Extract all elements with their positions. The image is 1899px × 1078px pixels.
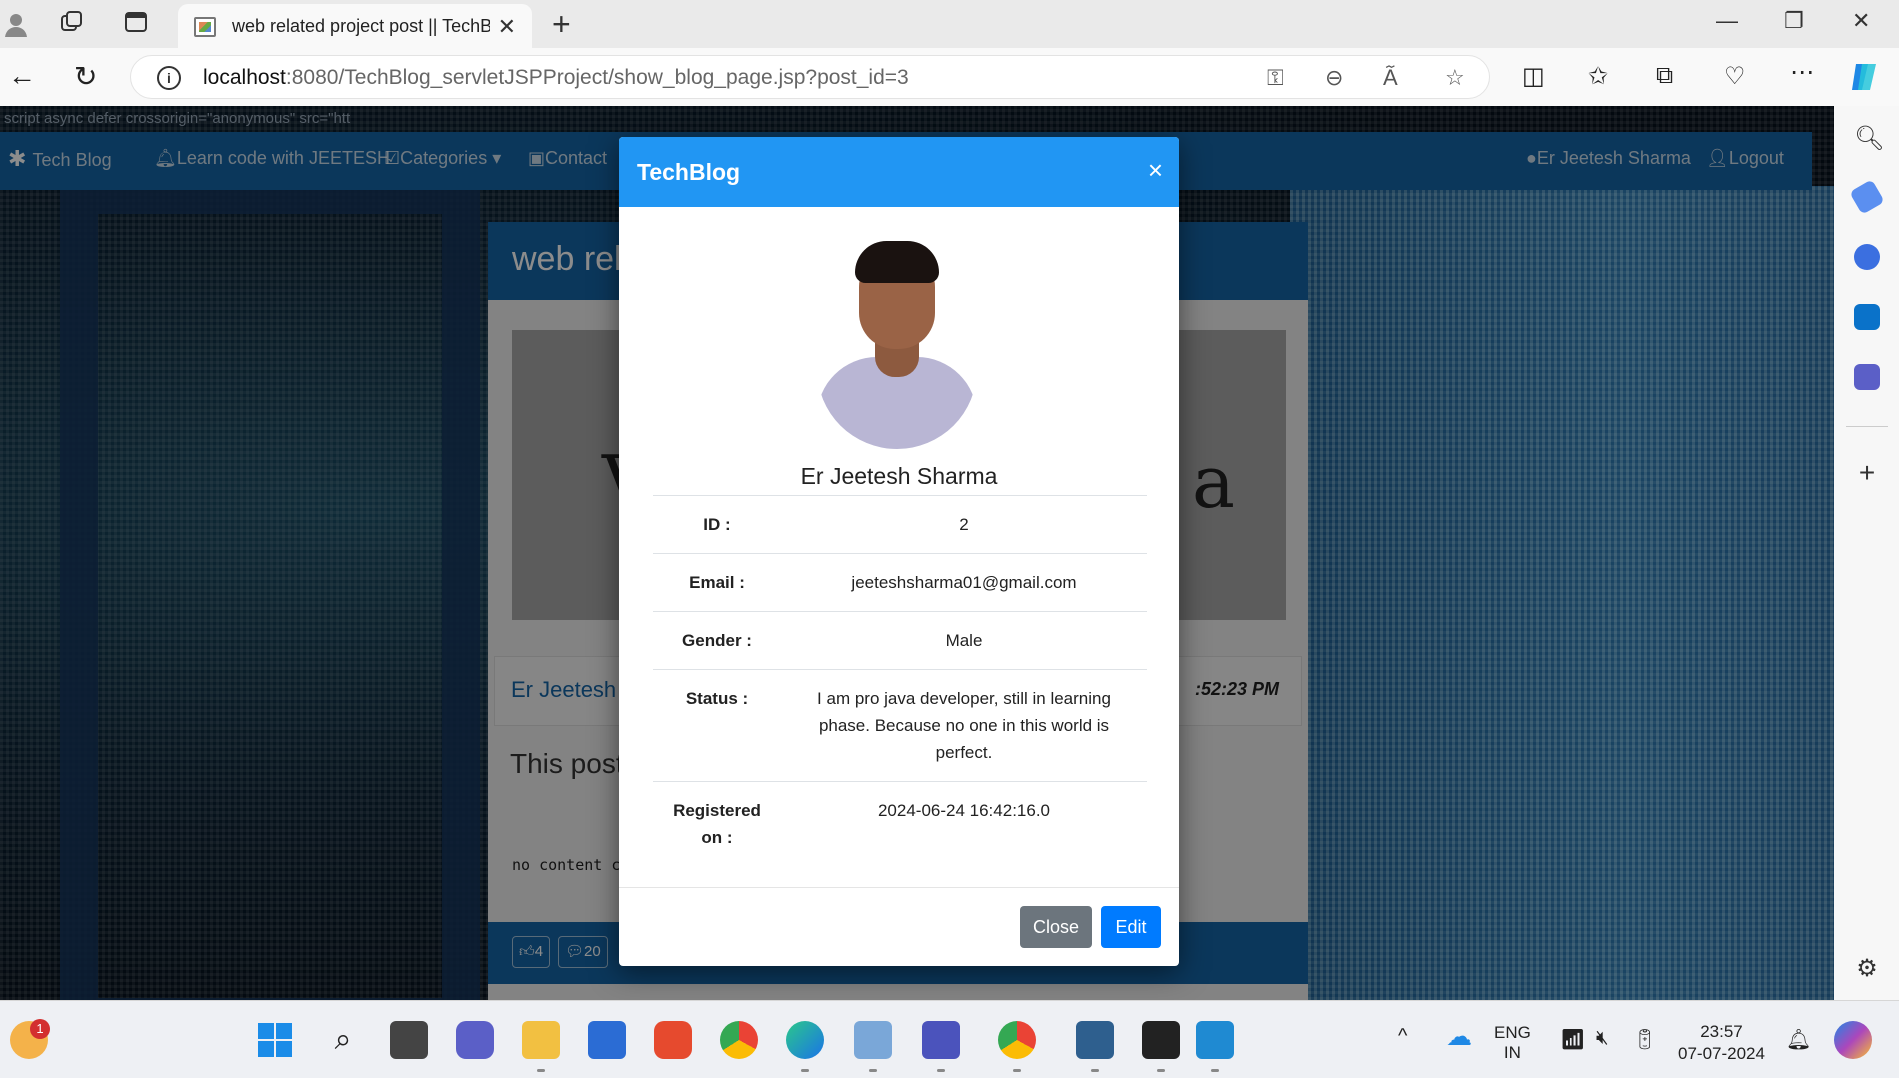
table-row: Registered on : 2024-06-24 16:42:16.0 xyxy=(653,781,1147,866)
task-view-icon[interactable] xyxy=(390,1021,428,1059)
sidebar-outlook-icon[interactable] xyxy=(1854,304,1880,330)
vertical-tabs-icon[interactable] xyxy=(122,10,150,38)
profile-name: Er Jeetesh Sharma xyxy=(800,463,998,489)
favorite-star-icon[interactable]: ☆ xyxy=(1445,65,1465,91)
sidebar-divider xyxy=(1846,426,1888,427)
modal-header: TechBlog × xyxy=(619,137,1179,207)
mysql-workbench-icon[interactable] xyxy=(1076,1021,1114,1059)
copilot-taskbar-icon[interactable] xyxy=(1834,1021,1872,1059)
profile-modal: TechBlog × Er Jeetesh Sharma ID : 2 Emai… xyxy=(619,137,1179,966)
reload-icon[interactable]: ↻ xyxy=(74,60,97,93)
browser-tab-strip: web related project post || TechB ✕ + — … xyxy=(0,0,1899,48)
window-close-icon[interactable]: ✕ xyxy=(1852,8,1870,34)
more-menu-icon[interactable]: ⋯ xyxy=(1790,58,1814,87)
favorites-icon[interactable]: ✩ xyxy=(1588,62,1608,91)
table-row: Email : jeeteshsharma01@gmail.com xyxy=(653,553,1147,612)
start-icon[interactable] xyxy=(256,1021,294,1059)
search-icon[interactable]: ⌕ xyxy=(324,1021,362,1059)
gender-label: Gender : xyxy=(653,611,781,670)
edit-button[interactable]: Edit xyxy=(1101,906,1161,948)
new-tab-icon[interactable]: + xyxy=(552,6,571,43)
password-key-icon[interactable]: ⚿ xyxy=(1267,65,1284,91)
edge-icon[interactable] xyxy=(786,1021,824,1059)
close-button[interactable]: Close xyxy=(1020,906,1092,948)
workspaces-icon[interactable] xyxy=(58,10,86,38)
page-favicon-icon xyxy=(194,17,216,37)
status-value: I am pro java developer, still in learni… xyxy=(781,669,1147,782)
email-value: jeeteshsharma01@gmail.com xyxy=(781,553,1147,612)
teams-chat-icon[interactable] xyxy=(456,1021,494,1059)
active-tab[interactable]: web related project post || TechB ✕ xyxy=(178,4,532,48)
gender-value: Male xyxy=(781,611,1147,670)
modal-footer: Close Edit xyxy=(619,887,1179,966)
teams-new-icon[interactable] xyxy=(922,1021,960,1059)
tab-title: web related project post || TechB xyxy=(232,16,490,36)
volume-muted-icon[interactable]: 🔇︎ xyxy=(1596,1027,1609,1050)
sidebar-copilot-icon[interactable] xyxy=(1854,244,1880,270)
sidebar-search-icon[interactable]: 🔍︎ xyxy=(1854,124,1884,152)
registered-label: Registered on : xyxy=(653,781,781,866)
table-row: Gender : Male xyxy=(653,611,1147,670)
onedrive-icon[interactable]: ☁ xyxy=(1446,1021,1472,1052)
file-explorer-icon[interactable] xyxy=(522,1021,560,1059)
taskbar: 1 ⌕ ^ ☁ ENG IN 📶︎ 🔇︎ 🔋︎ 23:57 07-07-2024… xyxy=(0,1000,1899,1078)
wifi-icon[interactable]: 📶︎ xyxy=(1560,1027,1585,1052)
back-icon[interactable]: ← xyxy=(8,60,36,92)
sidebar-shopping-icon[interactable] xyxy=(1849,179,1885,215)
copilot-icon[interactable] xyxy=(1848,60,1882,101)
language-indicator[interactable]: ENG IN xyxy=(1494,1023,1531,1063)
id-value: 2 xyxy=(781,495,1147,554)
collections-icon[interactable]: ⧉ xyxy=(1656,62,1673,90)
sidebar-settings-icon[interactable]: ⚙ xyxy=(1854,956,1880,982)
id-label: ID : xyxy=(653,495,781,554)
split-screen-icon[interactable]: ◫ xyxy=(1522,62,1545,91)
minimize-icon[interactable]: — xyxy=(1716,8,1738,34)
chrome-icon[interactable] xyxy=(720,1021,758,1059)
notification-badge: 1 xyxy=(30,1019,50,1039)
edge-sidebar: 🔍︎ + ⚙ xyxy=(1834,106,1899,1000)
vscode-icon[interactable] xyxy=(1196,1021,1234,1059)
profile-details-table: ID : 2 Email : jeeteshsharma01@gmail.com… xyxy=(653,495,1147,866)
tray-overflow-icon[interactable]: ^ xyxy=(1398,1025,1407,1048)
notifications-bell-icon[interactable]: 🔔︎ xyxy=(1786,1027,1811,1052)
terminal-icon[interactable] xyxy=(1142,1021,1180,1059)
address-bar[interactable]: i localhost:8080/TechBlog_servletJSPProj… xyxy=(130,55,1490,99)
sidebar-teams-icon[interactable] xyxy=(1854,364,1880,390)
read-aloud-icon[interactable]: A᷉ xyxy=(1383,65,1398,91)
browser-essentials-icon[interactable]: ♡ xyxy=(1724,62,1746,91)
modal-title: TechBlog xyxy=(637,159,741,185)
email-label: Email : xyxy=(653,553,781,612)
battery-icon[interactable]: 🔋︎ xyxy=(1632,1027,1657,1052)
table-row: Status : I am pro java developer, still … xyxy=(653,669,1147,782)
wps-office-icon[interactable] xyxy=(654,1021,692,1059)
restore-icon[interactable]: ❐ xyxy=(1784,8,1804,34)
virtualbox-icon[interactable] xyxy=(854,1021,892,1059)
profile-avatar xyxy=(817,237,977,449)
modal-close-icon[interactable]: × xyxy=(1148,155,1163,186)
site-info-icon[interactable]: i xyxy=(157,66,181,90)
tab-close-icon[interactable]: ✕ xyxy=(498,14,516,40)
registered-value: 2024-06-24 16:42:16.0 xyxy=(781,781,1147,866)
zoom-out-icon[interactable]: ⊖ xyxy=(1325,65,1343,91)
chrome-profile-icon[interactable] xyxy=(998,1021,1036,1059)
table-row: ID : 2 xyxy=(653,495,1147,554)
clock[interactable]: 23:57 07-07-2024 xyxy=(1678,1021,1765,1065)
status-label: Status : xyxy=(653,669,781,782)
sidebar-add-icon[interactable]: + xyxy=(1854,459,1880,487)
url-text[interactable]: localhost:8080/TechBlog_servletJSPProjec… xyxy=(203,66,909,90)
profile-icon[interactable] xyxy=(2,10,30,38)
browser-toolbar: ← ↻ i localhost:8080/TechBlog_servletJSP… xyxy=(0,48,1899,106)
store-icon[interactable] xyxy=(588,1021,626,1059)
